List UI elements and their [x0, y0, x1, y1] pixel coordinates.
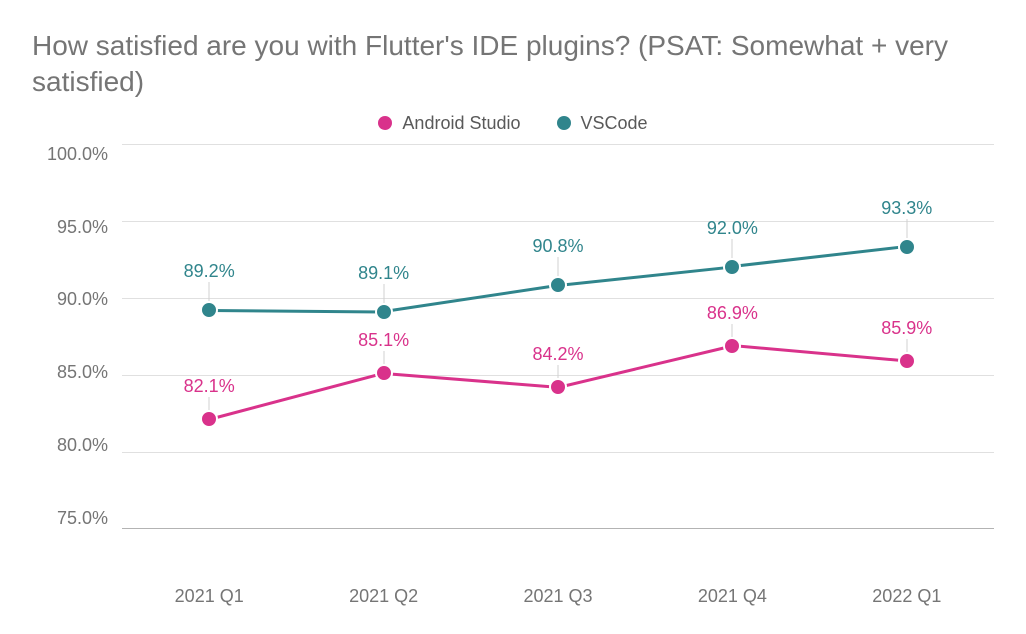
data-label: 84.2% [532, 344, 583, 365]
line-segment [732, 344, 907, 362]
gridline [122, 221, 994, 222]
data-point [723, 258, 741, 276]
x-tick-label: 2021 Q3 [471, 586, 645, 607]
y-tick-label: 95.0% [57, 217, 108, 238]
plot: 82.1% 85.1% 84.2% 86.9% 85.9% 89.2% 89.1% 90.8%… [122, 144, 994, 529]
y-tick-label: 75.0% [57, 508, 108, 529]
chart-container: How satisfied are you with Flutter's IDE… [0, 0, 1026, 634]
data-point [200, 410, 218, 428]
data-point [898, 352, 916, 370]
data-point [549, 378, 567, 396]
line-segment [558, 344, 733, 388]
y-tick-label: 90.0% [57, 289, 108, 310]
legend-dot-icon [378, 116, 392, 130]
gridline [122, 452, 994, 453]
gridline [122, 298, 994, 299]
x-axis: 2021 Q12021 Q22021 Q32021 Q42022 Q1 [122, 574, 994, 619]
data-label: 85.9% [881, 318, 932, 339]
line-segment [209, 309, 383, 314]
data-label: 89.2% [184, 261, 235, 282]
data-label: 85.1% [358, 330, 409, 351]
y-tick-label: 100.0% [47, 144, 108, 165]
gridline [122, 144, 994, 145]
y-tick-label: 80.0% [57, 435, 108, 456]
data-point [375, 364, 393, 382]
data-point [549, 276, 567, 294]
x-tick-label: 2021 Q4 [645, 586, 819, 607]
legend-label: VSCode [581, 113, 648, 134]
data-label: 93.3% [881, 198, 932, 219]
legend: Android Studio VSCode [32, 113, 994, 134]
data-point [723, 337, 741, 355]
x-tick-label: 2022 Q1 [820, 586, 994, 607]
data-point [200, 301, 218, 319]
data-point [375, 303, 393, 321]
data-label: 89.1% [358, 263, 409, 284]
legend-item-vscode: VSCode [557, 113, 648, 134]
line-segment [558, 265, 733, 286]
plot-area: 100.0% 95.0% 90.0% 85.0% 80.0% 75.0% 82.1% 85.… [32, 144, 994, 574]
y-axis: 100.0% 95.0% 90.0% 85.0% 80.0% 75.0% [32, 144, 122, 529]
data-label: 90.8% [532, 236, 583, 257]
data-label: 82.1% [184, 376, 235, 397]
line-segment [209, 372, 384, 421]
x-tick-label: 2021 Q2 [296, 586, 470, 607]
data-label: 86.9% [707, 303, 758, 324]
line-segment [732, 245, 907, 268]
chart-title: How satisfied are you with Flutter's IDE… [32, 28, 994, 101]
data-point [898, 238, 916, 256]
legend-item-android-studio: Android Studio [378, 113, 520, 134]
data-label: 92.0% [707, 218, 758, 239]
legend-dot-icon [557, 116, 571, 130]
x-tick-label: 2021 Q1 [122, 586, 296, 607]
legend-label: Android Studio [402, 113, 520, 134]
y-tick-label: 85.0% [57, 362, 108, 383]
